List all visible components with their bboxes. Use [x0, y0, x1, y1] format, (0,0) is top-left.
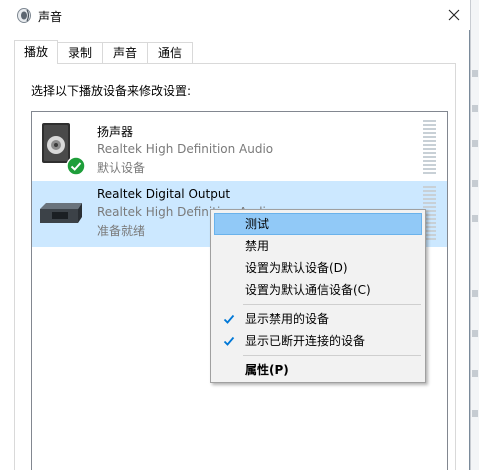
device-name: Realtek Digital Output — [97, 187, 231, 201]
menu-item-label: 显示已断开连接的设备 — [245, 334, 366, 348]
device-status: 默认设备 — [97, 161, 146, 175]
device-item-speakers[interactable]: 扬声器 Realtek High Definition Audio 默认设备 — [32, 115, 447, 181]
menu-separator — [243, 304, 421, 305]
menu-separator — [243, 355, 421, 356]
device-status: 准备就绪 — [97, 224, 146, 238]
default-check-icon — [66, 156, 86, 176]
menu-item-disable[interactable]: 禁用 — [214, 235, 422, 257]
device-driver: Realtek High Definition Audio — [97, 142, 274, 156]
device-context-menu: 测试 禁用 设置为默认设备(D) 设置为默认通信设备(C) 显示禁用的设备 显示… — [210, 209, 426, 383]
device-name: 扬声器 — [97, 125, 134, 139]
volume-level-meter — [423, 120, 436, 176]
tab-sounds[interactable]: 声音 — [102, 42, 149, 64]
menu-item-set-default[interactable]: 设置为默认设备(D) — [214, 257, 422, 279]
sound-app-icon — [17, 8, 31, 23]
menu-item-show-disconnected[interactable]: 显示已断开连接的设备 — [214, 330, 422, 352]
checkmark-icon — [223, 336, 235, 346]
tab-communications[interactable]: 通信 — [147, 42, 194, 64]
digital-output-icon — [40, 203, 82, 223]
menu-item-set-default-comm[interactable]: 设置为默认通信设备(C) — [214, 279, 422, 301]
title-bar: 声音 — [0, 0, 470, 30]
menu-item-label: 显示禁用的设备 — [245, 312, 330, 326]
window-title: 声音 — [38, 10, 63, 24]
close-button[interactable] — [438, 0, 470, 30]
menu-item-properties[interactable]: 属性(P) — [214, 359, 422, 381]
menu-item-test[interactable]: 测试 — [214, 213, 422, 235]
menu-item-show-disabled[interactable]: 显示禁用的设备 — [214, 308, 422, 330]
checkmark-icon — [223, 314, 235, 324]
tab-recording[interactable]: 录制 — [57, 42, 104, 64]
background-window-edge — [470, 0, 479, 470]
tab-strip: 播放 录制 声音 通信 — [14, 40, 194, 64]
instruction-label: 选择以下播放设备来修改设置: — [31, 84, 192, 98]
close-icon — [448, 9, 460, 21]
tab-playback[interactable]: 播放 — [14, 40, 59, 64]
